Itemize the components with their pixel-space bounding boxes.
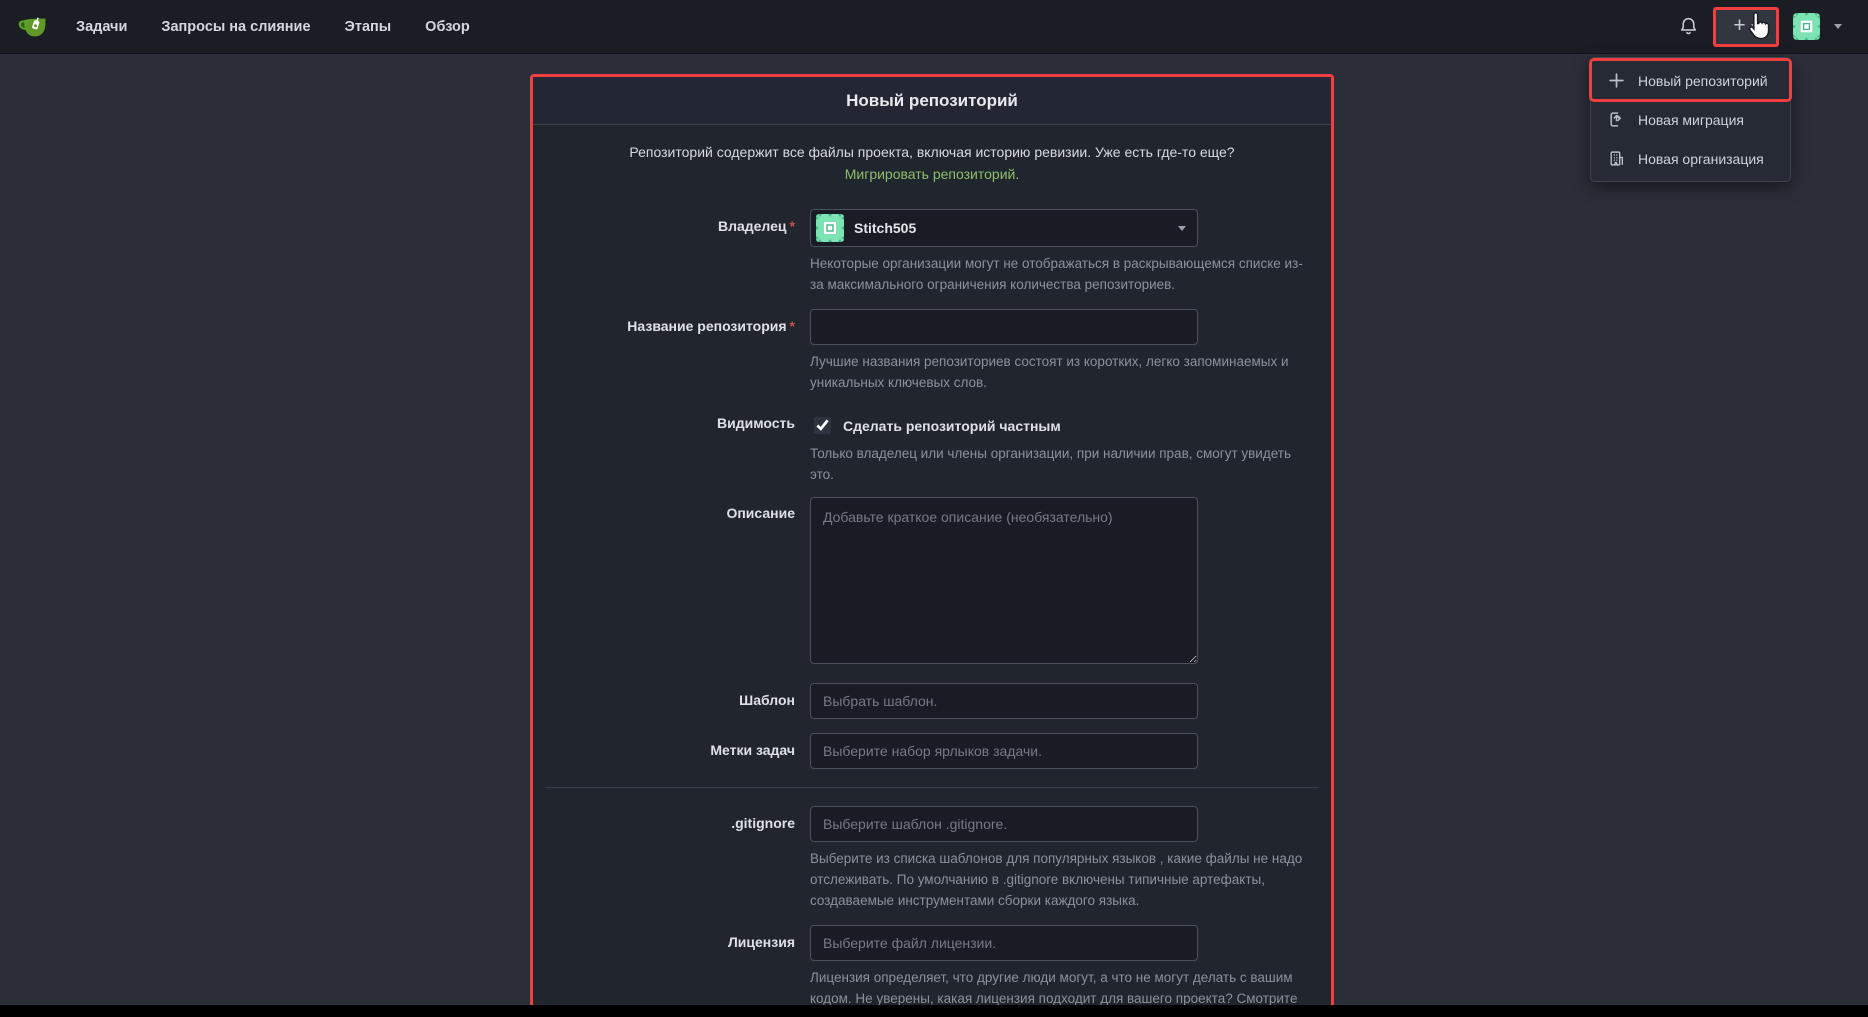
visibility-help-text: Только владелец или члены организации, п… (810, 443, 1316, 485)
user-menu-chevron-icon[interactable] (1834, 24, 1842, 29)
migrate-repository-link[interactable]: Мигрировать репозиторий. (845, 166, 1020, 182)
form-intro-text: Репозиторий содержит все файлы проекта, … (586, 141, 1278, 185)
issue-labels-input[interactable] (810, 733, 1198, 769)
owner-label: Владелец* (533, 209, 795, 295)
gitignore-input[interactable] (810, 806, 1198, 842)
owner-row: Владелец* (533, 209, 1331, 295)
license-label: Лицензия (533, 925, 795, 1008)
license-row: Лицензия Лицензия определяет, что другие… (533, 925, 1331, 1008)
organization-icon (1608, 150, 1625, 167)
license-input[interactable] (810, 925, 1198, 961)
visibility-row: Видимость Сделать репозиторий частным То… (533, 407, 1331, 485)
owner-help-text: Некоторые организации могут не отображат… (810, 253, 1316, 295)
visibility-label: Видимость (533, 407, 795, 485)
screen: Задачи Запросы на слияние Этапы Обзор + (0, 0, 1868, 1017)
nav-link-pull-requests[interactable]: Запросы на слияние (161, 19, 310, 35)
create-new-dropdown-menu: Новый репозиторий Новая миграция (1590, 57, 1791, 182)
primary-nav: Задачи Запросы на слияние Этапы Обзор (76, 19, 470, 35)
form-body: Репозиторий содержит все файлы проекта, … (533, 125, 1331, 1008)
plus-icon: + (1733, 15, 1745, 36)
template-label: Шаблон (533, 683, 795, 719)
menu-item-label: Новая миграция (1638, 112, 1744, 128)
owner-select-dropdown[interactable]: Stitch505 (810, 209, 1198, 247)
description-textarea[interactable] (810, 497, 1198, 664)
required-asterisk: * (790, 218, 795, 234)
license-help-body: Лицензия определяет, что другие люди мог… (810, 970, 1297, 1006)
template-input[interactable] (810, 683, 1198, 719)
navbar-right-cluster: + (1678, 7, 1842, 47)
gitignore-help-text: Выберите из списка шаблонов для популярн… (810, 848, 1316, 911)
menu-item-new-migration[interactable]: Новая миграция (1591, 100, 1790, 139)
issue-labels-row: Метки задач (533, 733, 1331, 769)
bell-icon[interactable] (1678, 16, 1699, 37)
migration-icon (1608, 111, 1625, 128)
description-label: Описание (533, 497, 795, 669)
private-repo-checkbox-label[interactable]: Сделать репозиторий частным (843, 418, 1061, 434)
required-asterisk: * (790, 318, 795, 334)
repo-name-help-text: Лучшие названия репозиториев состоят из … (810, 351, 1316, 393)
gitignore-row: .gitignore Выберите из списка шаблонов д… (533, 806, 1331, 911)
gitea-logo[interactable] (18, 12, 48, 42)
menu-item-new-organization[interactable]: Новая организация (1591, 139, 1790, 178)
top-navbar: Задачи Запросы на слияние Этапы Обзор + (0, 0, 1868, 54)
owner-avatar-identicon (816, 214, 844, 242)
new-repository-form: Новый репозиторий Репозиторий содержит в… (530, 74, 1334, 1008)
repo-name-row: Название репозитория* Лучшие названия ре… (533, 309, 1331, 393)
template-row: Шаблон (533, 683, 1331, 719)
intro-text: Репозиторий содержит все файлы проекта, … (629, 144, 1234, 160)
description-row: Описание (533, 497, 1331, 669)
private-repo-checkbox[interactable] (814, 417, 831, 434)
menu-item-label: Новый репозиторий (1638, 73, 1768, 89)
owner-selected-value: Stitch505 (854, 220, 916, 236)
create-new-button[interactable]: + (1713, 7, 1779, 47)
gitignore-label: .gitignore (533, 806, 795, 911)
chevron-down-icon (1751, 24, 1759, 29)
nav-link-milestones[interactable]: Этапы (345, 19, 392, 35)
chevron-down-icon (1178, 226, 1186, 231)
section-divider (545, 787, 1319, 788)
plus-icon (1608, 72, 1625, 89)
repo-name-input[interactable] (810, 309, 1198, 345)
form-header: Новый репозиторий (533, 77, 1331, 125)
menu-item-label: Новая организация (1638, 151, 1764, 167)
bottom-black-strip (0, 1005, 1868, 1017)
form-title: Новый репозиторий (846, 91, 1018, 111)
license-help-text: Лицензия определяет, что другие люди мог… (810, 967, 1316, 1008)
nav-link-issues[interactable]: Задачи (76, 19, 127, 35)
nav-link-explore[interactable]: Обзор (425, 19, 470, 35)
issue-labels-label: Метки задач (533, 733, 795, 769)
user-avatar-identicon[interactable] (1793, 13, 1820, 40)
menu-item-new-repository[interactable]: Новый репозиторий (1591, 61, 1790, 100)
repo-name-label: Название репозитория* (533, 309, 795, 393)
